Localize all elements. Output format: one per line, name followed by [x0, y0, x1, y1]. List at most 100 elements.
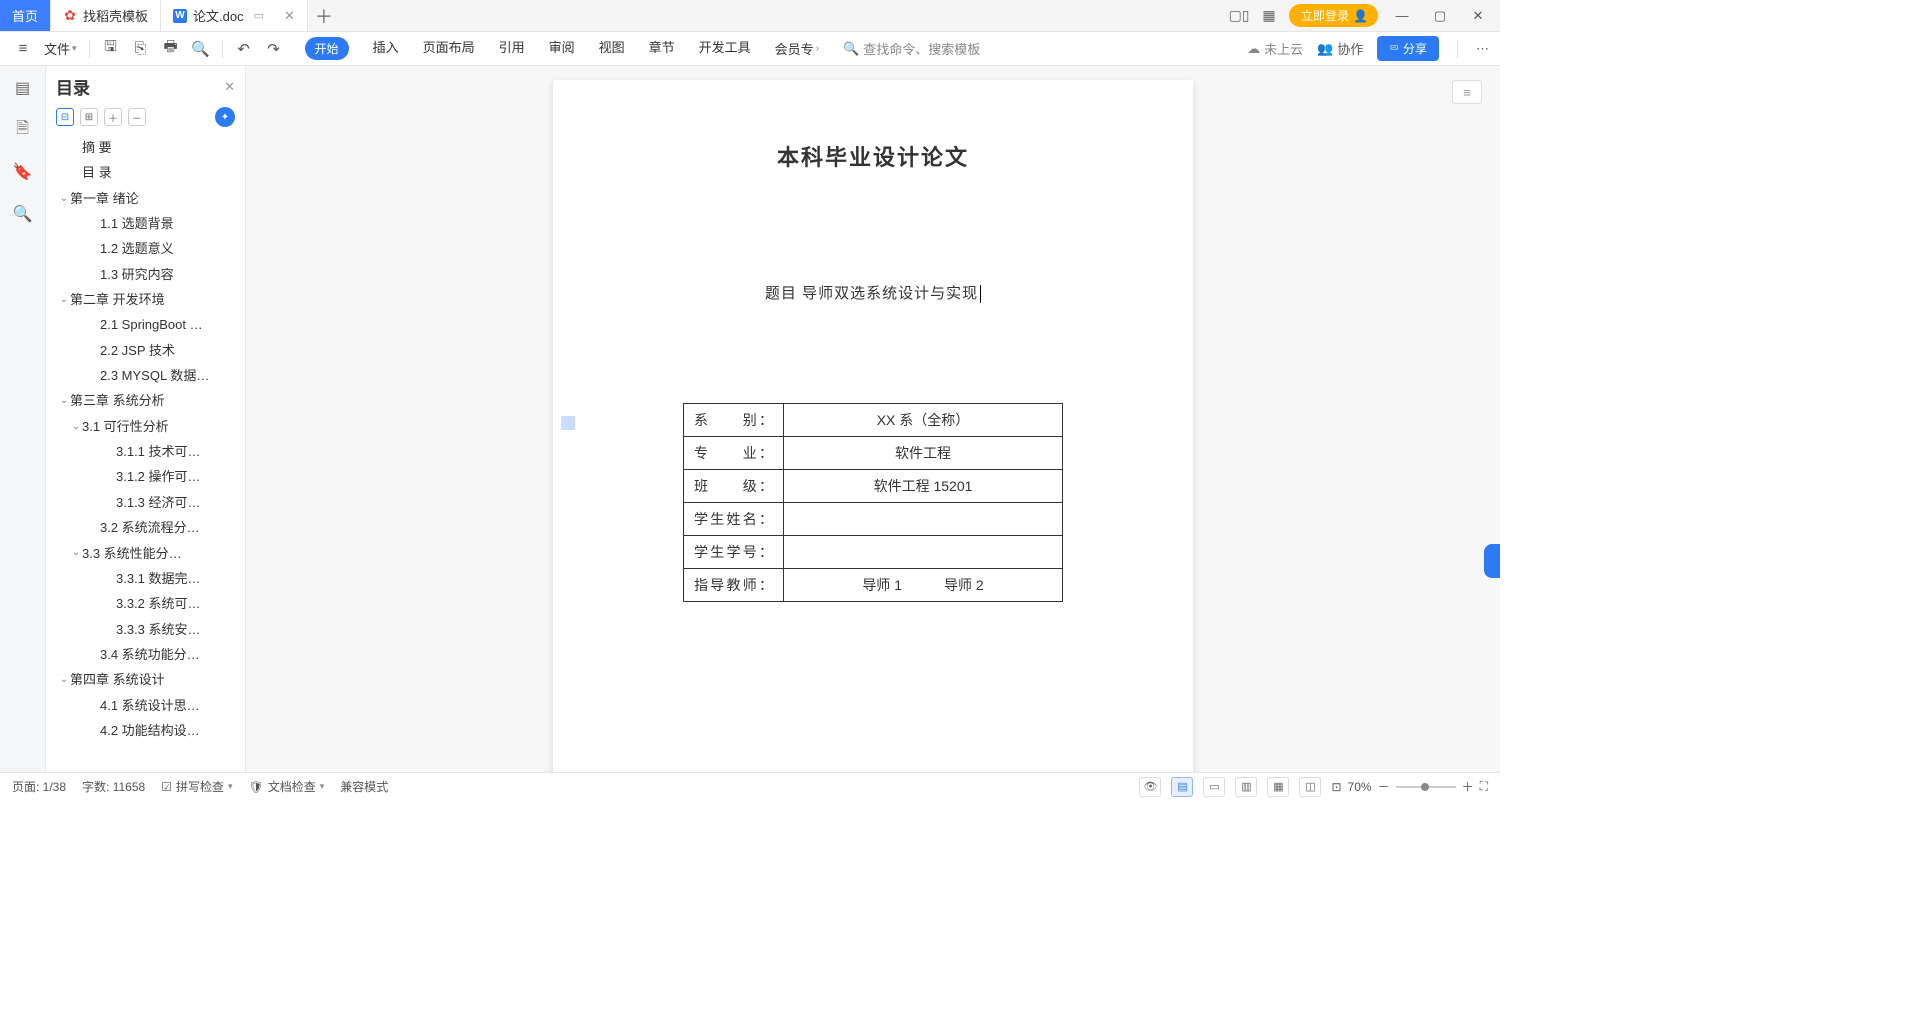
- undo-icon[interactable]: ↶: [231, 36, 257, 62]
- read-view-icon[interactable]: ▭: [1203, 777, 1225, 797]
- toc-item[interactable]: 3.4 系统功能分…: [52, 642, 239, 667]
- side-tab-handle[interactable]: [1484, 544, 1500, 578]
- ribbon-tab-review[interactable]: 审阅: [549, 37, 575, 60]
- toc-item[interactable]: ⌄第三章 系统分析: [52, 388, 239, 413]
- toc-label: 2.1 SpringBoot …: [100, 312, 203, 337]
- more-icon[interactable]: ⋯: [1476, 41, 1490, 57]
- tab-add-button[interactable]: ＋: [308, 0, 340, 31]
- toc-item[interactable]: 3.1.3 经济可…: [52, 490, 239, 515]
- toc-item[interactable]: 4.2 功能结构设…: [52, 718, 239, 743]
- zoom-fit-icon[interactable]: ⊡: [1331, 780, 1341, 794]
- outline-add-icon[interactable]: ＋: [104, 108, 122, 126]
- apps-icon[interactable]: ▦: [1259, 6, 1279, 26]
- outline-remove-icon[interactable]: －: [128, 108, 146, 126]
- toc-item[interactable]: 3.3.3 系统安…: [52, 617, 239, 642]
- tab-document[interactable]: W 论文.doc ▭ ✕: [161, 0, 308, 31]
- outline-collapse-icon[interactable]: ⊟: [56, 108, 74, 126]
- ribbon-tab-insert[interactable]: 插入: [373, 37, 399, 60]
- toc-item[interactable]: 3.1.2 操作可…: [52, 464, 239, 489]
- toc-item[interactable]: ⌄第一章 绪论: [52, 186, 239, 211]
- info-value: 导师 1 导师 2: [784, 569, 1063, 602]
- toc-item[interactable]: 3.1.1 技术可…: [52, 439, 239, 464]
- tab-close-icon[interactable]: ✕: [284, 8, 295, 24]
- tab-detach-icon[interactable]: ▭: [254, 9, 264, 22]
- bookmark-rail-icon[interactable]: 🔖: [11, 160, 35, 184]
- ribbon-tab-start[interactable]: 开始: [305, 37, 349, 60]
- toc-item[interactable]: 目 录: [52, 160, 239, 185]
- toc-item[interactable]: 2.2 JSP 技术: [52, 338, 239, 363]
- outline-ai-icon[interactable]: ✦: [215, 107, 235, 127]
- outline-tree[interactable]: 摘 要目 录⌄第一章 绪论1.1 选题背景1.2 选题意义1.3 研究内容⌄第二…: [52, 135, 239, 772]
- ribbon-tab-devtools[interactable]: 开发工具: [699, 37, 751, 60]
- window-maximize[interactable]: ▢: [1426, 2, 1454, 30]
- toc-item[interactable]: ⌄3.1 可行性分析: [52, 414, 239, 439]
- toc-item[interactable]: 1.3 研究内容: [52, 262, 239, 287]
- outline-expand-icon[interactable]: ⊞: [80, 108, 98, 126]
- toc-label: 3.3 系统性能分…: [82, 541, 182, 566]
- toc-label: 3.1.2 操作可…: [116, 464, 201, 489]
- search-placeholder: 查找命令、搜索模板: [863, 39, 980, 58]
- chevron-down-icon: ⌄: [70, 543, 82, 563]
- spellcheck-toggle[interactable]: ☑拼写检查▾: [161, 778, 232, 795]
- fullscreen-icon[interactable]: ⛶: [1480, 779, 1488, 794]
- tab-home[interactable]: 首页: [0, 0, 51, 31]
- tab-template[interactable]: ✿ 找稻壳模板: [51, 0, 161, 31]
- toc-item[interactable]: 摘 要: [52, 135, 239, 160]
- toc-item[interactable]: 3.3.2 系统可…: [52, 591, 239, 616]
- zoom-control[interactable]: ⊡ 70% － ＋ ⛶: [1331, 778, 1488, 795]
- collab-button[interactable]: 👥协作: [1317, 39, 1363, 58]
- toc-item[interactable]: 3.3.1 数据完…: [52, 566, 239, 591]
- ribbon-tab-layout[interactable]: 页面布局: [423, 37, 475, 60]
- outline-view-icon[interactable]: ▦: [1267, 777, 1289, 797]
- window-minimize[interactable]: —: [1388, 2, 1416, 30]
- command-search[interactable]: 🔍 查找命令、搜索模板: [843, 39, 980, 58]
- toc-item[interactable]: 4.1 系统设计思…: [52, 693, 239, 718]
- zoom-slider[interactable]: [1396, 786, 1456, 788]
- ribbon-tab-chapter[interactable]: 章节: [649, 37, 675, 60]
- login-button[interactable]: 立即登录 👤: [1289, 4, 1378, 27]
- sidebyside-view-icon[interactable]: ◫: [1299, 777, 1321, 797]
- toc-label: 3.1.3 经济可…: [116, 490, 201, 515]
- toc-label: 1.3 研究内容: [100, 262, 174, 287]
- toc-item[interactable]: ⌄3.3 系统性能分…: [52, 541, 239, 566]
- toc-item[interactable]: ⌄第二章 开发环境: [52, 287, 239, 312]
- ribbon-tab-vip[interactable]: 会员专›: [775, 37, 819, 60]
- window-close[interactable]: ✕: [1464, 2, 1492, 30]
- search-rail-icon[interactable]: 🔍: [11, 202, 35, 226]
- menu-icon[interactable]: ≡: [10, 36, 36, 62]
- preview-icon[interactable]: 🔍: [188, 36, 214, 62]
- word-count[interactable]: 字数: 11658: [82, 778, 145, 795]
- file-menu[interactable]: 文件▾: [40, 39, 81, 58]
- toc-item[interactable]: 2.1 SpringBoot …: [52, 312, 239, 337]
- outline-close-icon[interactable]: ✕: [224, 79, 235, 95]
- contentcheck-toggle[interactable]: 🛡文档检查▾: [249, 778, 325, 795]
- toc-item[interactable]: 1.1 选题背景: [52, 211, 239, 236]
- toc-item[interactable]: 3.2 系统流程分…: [52, 515, 239, 540]
- web-view-icon[interactable]: ▥: [1235, 777, 1257, 797]
- clipboard-rail-icon[interactable]: 🗎: [11, 118, 35, 142]
- page-view-icon[interactable]: ▤: [1171, 777, 1193, 797]
- ribbon-tab-refs[interactable]: 引用: [499, 37, 525, 60]
- print-icon[interactable]: 🖶: [158, 36, 184, 62]
- page-indicator[interactable]: 页面: 1/38: [12, 778, 66, 795]
- toc-item[interactable]: 1.2 选题意义: [52, 236, 239, 261]
- zoom-in-icon[interactable]: ＋: [1462, 778, 1474, 795]
- share-button[interactable]: ⮹分享: [1377, 36, 1439, 61]
- shield-icon: 🛡: [249, 780, 264, 794]
- export-icon[interactable]: ⎘: [128, 36, 154, 62]
- redo-icon[interactable]: ↷: [261, 36, 287, 62]
- cloud-status[interactable]: ☁未上云: [1247, 39, 1303, 58]
- toc-item[interactable]: 2.3 MYSQL 数据…: [52, 363, 239, 388]
- zoom-out-icon[interactable]: －: [1378, 778, 1390, 795]
- layout-icon[interactable]: ▢▯: [1229, 6, 1249, 26]
- save-icon[interactable]: 🖫: [98, 36, 124, 62]
- eye-view-icon[interactable]: 👁: [1139, 777, 1161, 797]
- floating-toolbox[interactable]: ≡: [1452, 80, 1482, 104]
- table-row: 系 别：XX 系（全称）: [684, 404, 1063, 437]
- document-canvas[interactable]: ≡ 本科毕业设计论文 题目 导师双选系统设计与实现 系 别：XX 系（全称）专 …: [246, 66, 1500, 772]
- outline-rail-icon[interactable]: ▤: [11, 76, 35, 100]
- ribbon-tab-view[interactable]: 视图: [599, 37, 625, 60]
- toc-item[interactable]: ⌄第四章 系统设计: [52, 667, 239, 692]
- toc-label: 3.3.1 数据完…: [116, 566, 201, 591]
- compat-mode[interactable]: 兼容模式: [340, 778, 388, 795]
